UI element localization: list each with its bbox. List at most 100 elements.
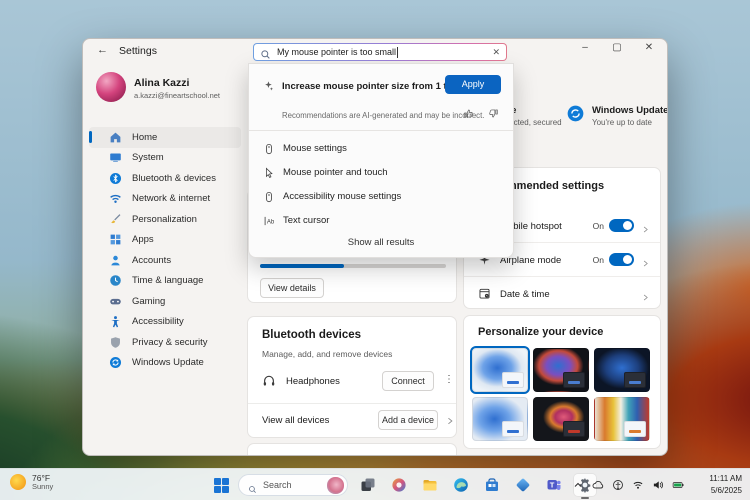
chevron-up-icon[interactable] [572, 479, 584, 491]
setting-row-date-time[interactable]: Date & time [464, 276, 660, 310]
clear-search-icon[interactable]: ✕ [492, 47, 500, 58]
home-icon [109, 131, 122, 144]
sidebar-item-gaming[interactable]: Gaming [89, 291, 241, 312]
accessibility-icon [109, 315, 122, 328]
personalize-card: Personalize your device [463, 315, 661, 449]
toggle-switch[interactable] [609, 219, 634, 232]
wallpaper-thumbnail-5[interactable] [533, 397, 589, 441]
update-icon [109, 356, 122, 369]
device-name: Headphones [286, 376, 340, 387]
privacy-icon [109, 336, 122, 349]
accounts-icon [109, 254, 122, 267]
sidebar-item-accounts[interactable]: Accounts [89, 250, 241, 271]
chevron-right-icon[interactable] [445, 413, 455, 423]
search-highlight-image [327, 477, 344, 494]
maximize-button[interactable]: ▢ [609, 42, 625, 53]
sidebar-item-personalization[interactable]: Personalization [89, 209, 241, 230]
windows-update-icon [567, 105, 584, 122]
divider [249, 130, 513, 131]
taskbar-weather-widget[interactable]: 76°F Sunny [10, 473, 53, 491]
taskbar-search[interactable]: Search [238, 474, 348, 496]
connect-button[interactable]: Connect [382, 371, 434, 391]
explorer-app-icon[interactable] [419, 474, 441, 496]
sidebar-item-windows-update[interactable]: Windows Update [89, 353, 241, 374]
text-cursor-icon: Ab [263, 214, 275, 226]
cloud-icon[interactable] [592, 479, 604, 491]
ai-disclaimer-text: Recommendations are AI-generated and may… [282, 111, 484, 120]
show-all-results-button[interactable]: Show all results [249, 237, 513, 248]
user-name: Alina Kazzi [134, 77, 189, 89]
search-query-text: My mouse pointer is too small [277, 47, 396, 57]
view-details-button[interactable]: View details [260, 278, 324, 298]
taskbar-search-placeholder: Search [263, 480, 292, 490]
sidebar-item-apps[interactable]: Apps [89, 230, 241, 251]
bluetooth-card-subtitle: Manage, add, and remove devices [262, 349, 392, 359]
store-app-icon[interactable] [481, 474, 503, 496]
bluetooth-card: Bluetooth devices Manage, add, and remov… [247, 316, 457, 438]
sidebar-item-network-internet[interactable]: Network & internet [89, 189, 241, 210]
sidebar-item-accessibility[interactable]: Accessibility [89, 312, 241, 333]
search-result-mouse-pointer-and-touch[interactable]: Mouse pointer and touch [249, 160, 513, 184]
personalization-icon [109, 213, 122, 226]
ai-suggestion-text: Increase mouse pointer size from 1 to 5 [282, 81, 460, 92]
search-icon [260, 47, 271, 58]
more-options-icon[interactable]: ⋮ [444, 374, 454, 385]
volume-icon[interactable] [652, 479, 664, 491]
system-tray [572, 469, 684, 500]
avatar[interactable] [96, 72, 126, 102]
sidebar-item-time-language[interactable]: Time & language [89, 271, 241, 292]
sidebar-item-system[interactable]: System [89, 148, 241, 169]
sidebar-item-privacy-security[interactable]: Privacy & security [89, 332, 241, 353]
desktop-wallpaper: ← Settings – ▢ ✕ Alina Kazzi a.kazzi@fin… [0, 0, 750, 500]
mouse-icon [263, 190, 275, 202]
toggle-switch[interactable] [609, 253, 634, 266]
battery-icon[interactable] [672, 479, 684, 491]
theme-preview [502, 421, 524, 437]
settings-search-box[interactable]: My mouse pointer is too small ✕ [253, 43, 507, 61]
accessibility-tray-icon[interactable] [612, 479, 624, 491]
personalize-title: Personalize your device [478, 326, 603, 338]
chevron-right-icon [641, 221, 650, 230]
wallpaper-thumbnail-3[interactable] [594, 348, 650, 392]
search-result-mouse-settings[interactable]: Mouse settings [249, 136, 513, 160]
wallpaper-thumbnail-2[interactable] [533, 348, 589, 392]
wallpaper-thumbnail-1[interactable] [472, 348, 528, 392]
copilot-app-icon[interactable] [388, 474, 410, 496]
window-title: Settings [119, 45, 157, 57]
update-status: You're up to date [592, 118, 652, 127]
close-button[interactable]: ✕ [641, 42, 657, 53]
sidebar-item-home[interactable]: Home [89, 127, 241, 148]
system-icon [109, 151, 122, 164]
weather-condition: Sunny [32, 483, 53, 491]
task-view-button[interactable] [357, 474, 379, 496]
add-device-button[interactable]: Add a device [378, 410, 438, 430]
teams-app-icon[interactable]: T [543, 474, 565, 496]
taskbar-clock[interactable]: 11:11 AM 5/6/2025 [709, 473, 742, 496]
search-icon [248, 481, 257, 490]
back-button[interactable]: ← [97, 44, 108, 56]
wallpaper-thumbnail-6[interactable] [594, 397, 650, 441]
minimize-button[interactable]: – [577, 42, 593, 53]
wallpaper-thumbnail-4[interactable] [472, 397, 528, 441]
settings-window: ← Settings – ▢ ✕ Alina Kazzi a.kazzi@fin… [82, 38, 668, 456]
theme-preview [502, 372, 524, 388]
search-result-text-cursor[interactable]: AbText cursor [249, 208, 513, 232]
ai-suggestion-row: Increase mouse pointer size from 1 to 5 … [249, 64, 513, 104]
clock-date: 5/6/2025 [709, 485, 742, 497]
apply-button[interactable]: Apply [445, 75, 501, 94]
windows-update-tile[interactable]: Windows Update You're up to date [567, 103, 667, 137]
gaming-icon [109, 295, 122, 308]
calendar-icon [478, 287, 491, 300]
thumbs-down-icon[interactable] [488, 106, 499, 117]
thumbs-up-icon[interactable] [463, 106, 474, 117]
wifi-icon[interactable] [632, 479, 644, 491]
theme-preview [624, 372, 646, 388]
edge-app-icon[interactable] [450, 474, 472, 496]
view-all-devices-link[interactable]: View all devices [262, 415, 329, 426]
time-icon [109, 274, 122, 287]
m365-app-icon[interactable] [512, 474, 534, 496]
start-button[interactable] [214, 478, 229, 493]
search-result-accessibility-mouse-settings[interactable]: Accessibility mouse settings [249, 184, 513, 208]
sparkle-icon [262, 79, 274, 91]
sidebar-item-bluetooth-devices[interactable]: Bluetooth & devices [89, 168, 241, 189]
